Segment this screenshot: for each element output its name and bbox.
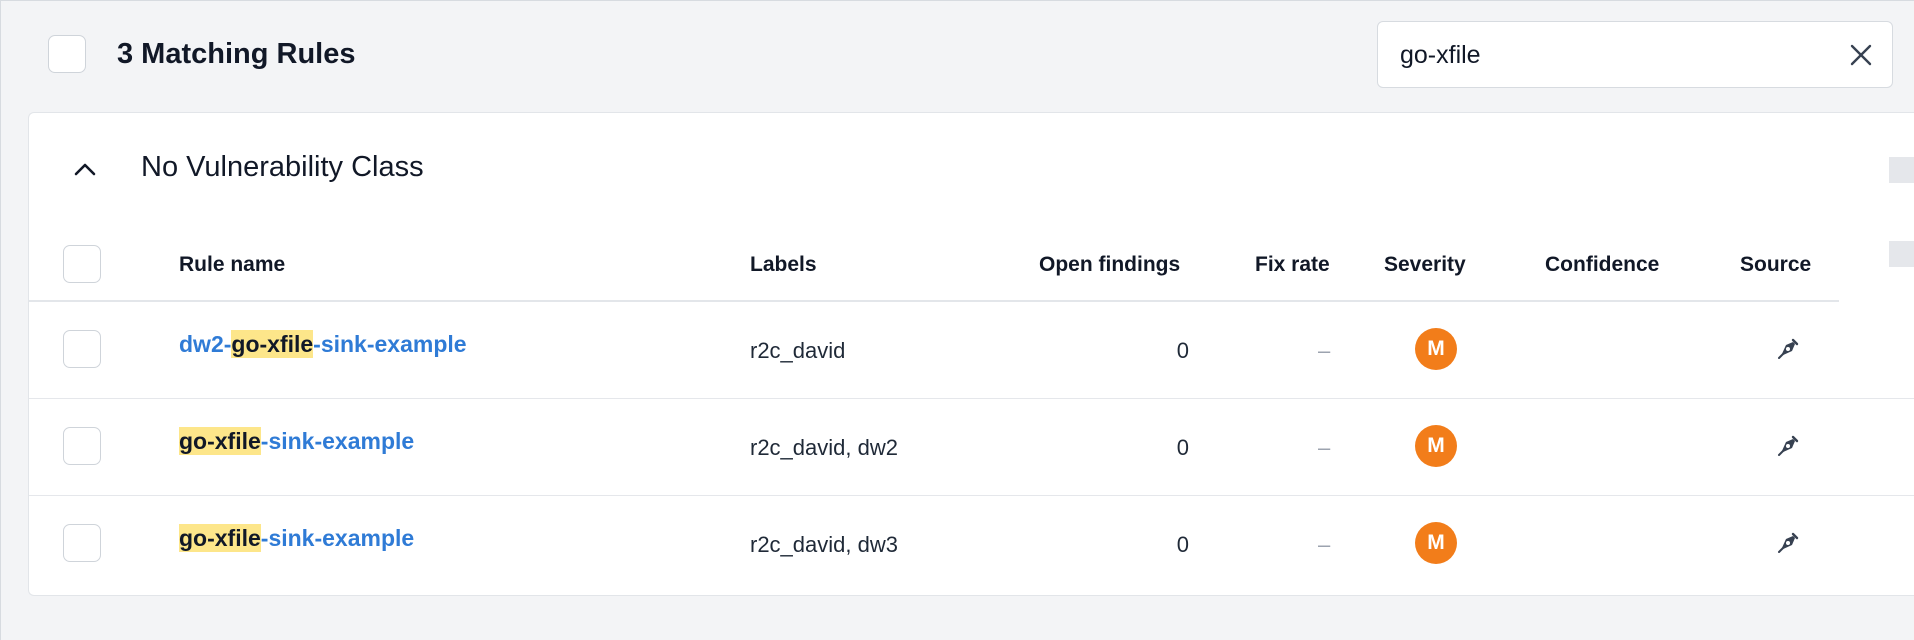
column-header-rule-name[interactable]: Rule name <box>179 253 285 277</box>
row-checkbox[interactable] <box>63 330 101 368</box>
scrollbar-thumb[interactable] <box>1889 241 1914 267</box>
table-row[interactable]: dw2-go-xfile-sink-example r2c_david 0 – … <box>29 302 1914 399</box>
select-group-checkbox[interactable] <box>63 245 101 283</box>
row-checkbox[interactable] <box>63 524 101 562</box>
search-box <box>1377 21 1893 88</box>
matching-rules-count: 3 Matching Rules <box>117 38 356 70</box>
pen-nib-icon[interactable] <box>1773 528 1803 558</box>
column-header-confidence[interactable]: Confidence <box>1545 253 1659 277</box>
chevron-up-icon[interactable] <box>69 153 101 185</box>
rule-name-link[interactable]: go-xfile-sink-example <box>179 524 415 552</box>
search-match-highlight: go-xfile <box>179 427 261 455</box>
rule-name-link[interactable]: go-xfile-sink-example <box>179 427 415 455</box>
close-icon[interactable] <box>1844 38 1878 72</box>
rule-group-card: No Vulnerability Class Rule name Labels … <box>28 112 1914 596</box>
table-row[interactable]: go-xfile-sink-example r2c_david, dw3 0 –… <box>29 496 1914 593</box>
select-all-checkbox[interactable] <box>48 35 86 73</box>
search-match-highlight: go-xfile <box>179 524 261 552</box>
rule-name-link[interactable]: dw2-go-xfile-sink-example <box>179 330 467 358</box>
column-header-open-findings[interactable]: Open findings <box>1039 253 1180 277</box>
rule-name-prefix: dw2- <box>179 331 232 357</box>
rule-name-suffix: -sink-example <box>260 525 415 551</box>
rule-name-suffix: -sink-example <box>313 331 467 357</box>
rule-labels: r2c_david, dw3 <box>750 532 898 557</box>
open-findings-count: 0 <box>1176 338 1189 363</box>
search-match-highlight: go-xfile <box>231 330 314 358</box>
pen-nib-icon[interactable] <box>1773 334 1803 364</box>
column-header-source[interactable]: Source <box>1740 253 1811 277</box>
fix-rate-value: – <box>1318 532 1331 557</box>
fix-rate-value: – <box>1318 435 1331 460</box>
severity-badge: M <box>1415 522 1457 564</box>
rules-panel: 3 Matching Rules No Vulnerability Class … <box>0 0 1914 640</box>
row-checkbox[interactable] <box>63 427 101 465</box>
search-input[interactable] <box>1400 38 1820 72</box>
severity-badge: M <box>1415 328 1457 370</box>
column-header-fix-rate[interactable]: Fix rate <box>1255 253 1330 277</box>
rule-labels: r2c_david <box>750 338 846 363</box>
column-header-severity[interactable]: Severity <box>1384 253 1466 277</box>
open-findings-count: 0 <box>1176 435 1189 460</box>
severity-badge: M <box>1415 425 1457 467</box>
rule-labels: r2c_david, dw2 <box>750 435 898 460</box>
rule-name-suffix: -sink-example <box>260 428 415 454</box>
fix-rate-value: – <box>1318 338 1331 363</box>
scrollbar-thumb[interactable] <box>1889 157 1914 183</box>
table-row[interactable]: go-xfile-sink-example r2c_david, dw2 0 –… <box>29 399 1914 496</box>
open-findings-count: 0 <box>1176 532 1189 557</box>
column-header-labels[interactable]: Labels <box>750 253 817 277</box>
pen-nib-icon[interactable] <box>1773 431 1803 461</box>
group-title: No Vulnerability Class <box>141 151 424 183</box>
